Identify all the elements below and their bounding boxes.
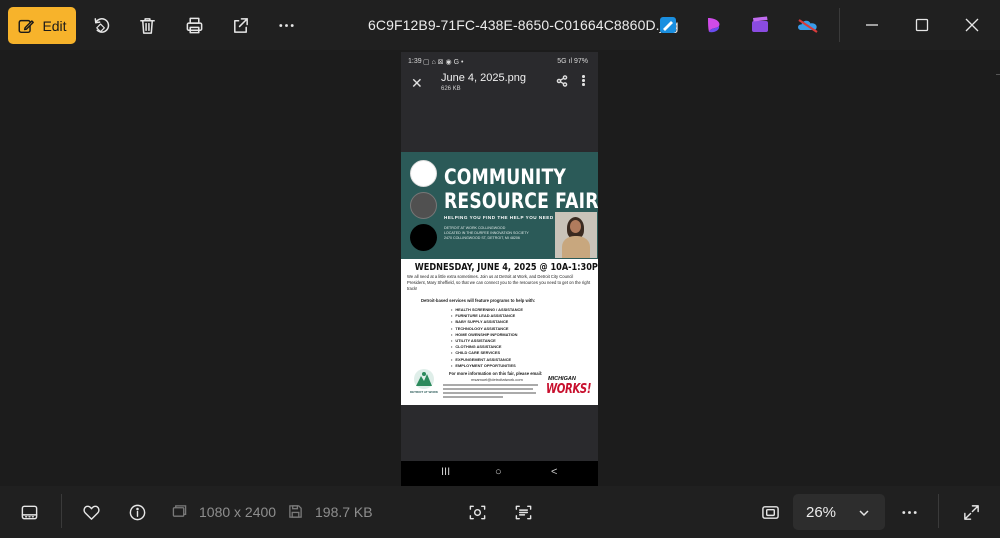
visual-search-icon [469, 505, 485, 519]
flyer-circle-black [410, 224, 437, 251]
flyer-title-line2: RESOURCE FAIR [444, 189, 598, 213]
maximize-icon [915, 18, 929, 32]
flyer-circle-gray [410, 192, 437, 219]
image-dimensions: 1080 x 2400 [199, 504, 277, 520]
edit-button-label: Edit [42, 17, 67, 34]
flyer-circle-white [410, 160, 437, 187]
zoom-dropdown[interactable]: 26% [793, 494, 885, 530]
dimensions-icon [172, 504, 188, 520]
video-editor-button[interactable] [750, 15, 770, 35]
fullscreen-button[interactable] [958, 499, 984, 525]
flyer-more-info: For more information on this fair, pleas… [449, 371, 543, 376]
phone-more-icon [582, 75, 586, 87]
text-scan-icon [515, 505, 531, 519]
more-options-bottom-button[interactable] [896, 499, 922, 525]
favorite-icon [82, 505, 100, 520]
michigan-works-logo-bottom: WORKS! [546, 382, 592, 397]
share-button[interactable] [227, 12, 253, 38]
bottom-toolbar: 1080 x 2400 198.7 KB 26% [0, 486, 1000, 538]
flyer-date: WEDNESDAY, JUNE 4, 2025 @ 10A-1:30P [414, 262, 598, 273]
file-size: 198.7 KB [315, 504, 373, 520]
share-icon [233, 17, 248, 33]
phone-share-icon [556, 74, 568, 87]
phone-file-size: 626 KB [441, 86, 461, 92]
more-icon [278, 23, 294, 27]
onedrive-button[interactable] [796, 15, 820, 35]
flyer-title-line1: COMMUNITY [444, 165, 567, 189]
filmstrip-icon [21, 505, 37, 519]
rotate-button[interactable] [88, 12, 114, 38]
minimize-icon [866, 24, 878, 26]
phone-home-icon: ○ [495, 466, 502, 478]
info-button[interactable] [124, 499, 150, 525]
bottom-separator [938, 494, 939, 528]
video-editor-icon [752, 16, 768, 32]
print-icon [186, 17, 202, 33]
onedrive-icon [798, 19, 818, 33]
phone-back-icon: < [551, 466, 558, 478]
flyer-location-line: 2470 COLLINGWOOD ST, DETROIT, MI 48206 [444, 236, 520, 240]
top-toolbar: Edit 6C9F12B9-71FC-438E-8650-C01664C8860… [0, 0, 1000, 50]
phone-status-time: 1:39 [408, 58, 422, 65]
rotate-icon [94, 17, 109, 33]
text-scan-button[interactable] [510, 499, 536, 525]
file-title: 6C9F12B9-71FC-438E-8650-C01664C8860D.jpg [368, 17, 679, 33]
flyer-service-item: EMPLOYMENT OPPORTUNITIES [451, 363, 523, 369]
flyer-services-heading: Detroit-based services will feature prog… [421, 298, 536, 303]
visual-search-button[interactable] [464, 499, 490, 525]
more-icon [901, 510, 917, 514]
phone-status-icons: ▢ ⌂ ⊠ ◉ G • [423, 59, 464, 66]
flyer-header: COMMUNITY RESOURCE FAIR HELPING YOU FIND… [401, 152, 598, 259]
filmstrip-button[interactable] [16, 499, 42, 525]
phone-close-icon: ✕ [411, 75, 423, 91]
close-icon [965, 18, 979, 32]
edit-icon [18, 19, 35, 33]
maximize-button[interactable] [909, 12, 935, 38]
flyer-speaker-photo [555, 212, 597, 258]
info-icon [129, 504, 145, 520]
paint-app-icon [660, 17, 676, 33]
phone-status-bar: 1:39 ▢ ⌂ ⊠ ◉ G • 5G ıl 97% [401, 52, 598, 70]
phone-status-signal: 5G ıl 97% [557, 58, 588, 65]
fit-to-window-icon [761, 505, 779, 519]
phone-recents-icon: III [441, 466, 451, 478]
print-button[interactable] [181, 12, 207, 38]
paint-app-button[interactable] [658, 15, 678, 35]
minimize-button[interactable] [859, 12, 885, 38]
delete-button[interactable] [134, 12, 160, 38]
bottom-separator [61, 494, 62, 528]
favorite-button[interactable] [78, 499, 104, 525]
flyer-location: DETROIT AT WORK COLLINGWOOD LOCATED IN T… [444, 226, 529, 241]
close-button[interactable] [959, 12, 985, 38]
clipchamp-button[interactable] [704, 15, 724, 35]
flyer-fine-print [443, 384, 543, 398]
phone-screenshot-image: 1:39 ▢ ⌂ ⊠ ◉ G • 5G ıl 97% ✕ June 4, 202… [401, 52, 598, 486]
flyer-email: msamuel@detroitatwork.com [471, 377, 523, 382]
delete-icon [139, 17, 155, 34]
flyer-tagline: HELPING YOU FIND THE HELP YOU NEED [444, 215, 554, 220]
toolbar-separator [839, 8, 840, 42]
flyer-logo-text: DETROIT AT WORK [410, 390, 438, 394]
phone-nav-bar: III ○ < [401, 461, 598, 486]
event-flyer: COMMUNITY RESOURCE FAIR HELPING YOU FIND… [401, 152, 598, 405]
flyer-intro: We all need at a little extra sometimes.… [407, 274, 591, 291]
edit-button[interactable]: Edit [8, 7, 76, 44]
scroll-edge[interactable] [996, 50, 1000, 486]
chevron-down-icon [858, 506, 870, 518]
flyer-services-list: HEALTH SCREENING / ASSISTANCE FURNITURE … [451, 307, 523, 369]
clipchamp-icon [708, 18, 720, 33]
zoom-level: 26% [806, 504, 837, 521]
file-size-icon [288, 504, 304, 520]
fullscreen-icon [963, 504, 979, 520]
fit-to-window-button[interactable] [757, 499, 783, 525]
phone-file-name: June 4, 2025.png [441, 72, 527, 84]
more-options-button[interactable] [273, 12, 299, 38]
